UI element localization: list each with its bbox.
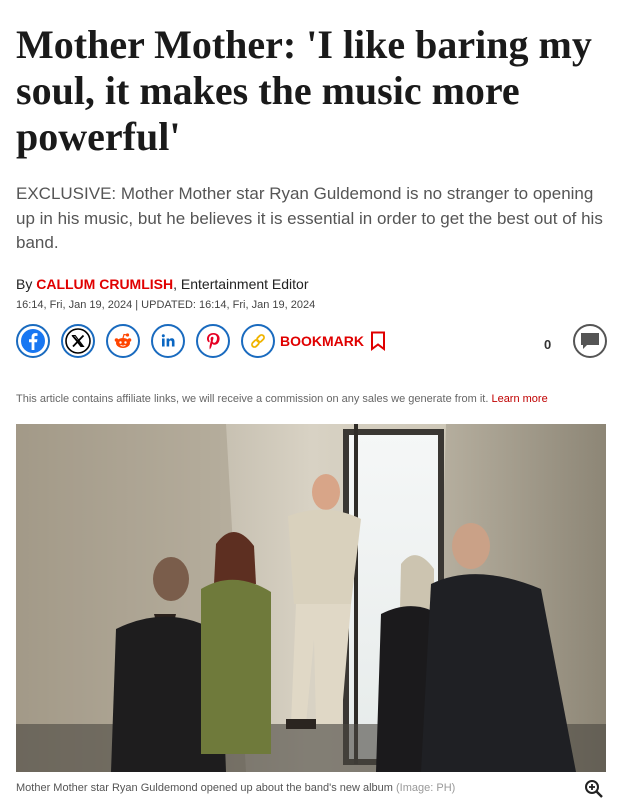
image-credit: (Image: PH) [396,782,456,794]
bookmark-label: BOOKMARK [280,333,364,349]
learn-more-link[interactable]: Learn more [491,393,547,405]
facebook-icon [21,329,45,353]
affiliate-text: This article contains affiliate links, w… [16,393,489,405]
share-bar: BOOKMARK 0 [16,324,607,360]
byline-prefix: By [16,276,33,292]
author-role: , Entertainment Editor [173,276,309,292]
x-twitter-icon [65,328,91,354]
share-pinterest-button[interactable] [196,324,230,358]
share-x-button[interactable] [61,324,95,358]
comment-icon [581,333,599,349]
author-link[interactable]: CALLUM CRUMLISH [36,276,173,292]
link-icon [246,329,270,353]
zoom-in-icon [585,780,603,798]
comment-count: 0 [544,337,552,352]
article-standfirst: EXCLUSIVE: Mother Mother star Ryan Gulde… [16,184,603,252]
zoom-image-button[interactable] [584,779,604,804]
article-headline: Mother Mother: 'I like baring my soul, i… [16,22,592,159]
share-reddit-button[interactable] [106,324,140,358]
byline: By CALLUM CRUMLISH, Entertainment Editor [16,276,309,292]
share-linkedin-button[interactable] [151,324,185,358]
band-photo [16,424,606,772]
image-caption: Mother Mother star Ryan Guldemond opened… [16,782,455,794]
share-facebook-button[interactable] [16,324,50,358]
reddit-icon [111,329,135,353]
comments-button[interactable] [573,324,607,358]
bookmark-button[interactable]: BOOKMARK [280,329,386,353]
affiliate-notice: This article contains affiliate links, w… [16,393,548,405]
bookmark-icon [371,331,385,351]
share-copy-link-button[interactable] [241,324,275,358]
linkedin-icon [156,329,180,353]
caption-text: Mother Mother star Ryan Guldemond opened… [16,782,393,794]
dateline: 16:14, Fri, Jan 19, 2024 | UPDATED: 16:1… [16,299,316,311]
pinterest-icon [201,329,225,353]
hero-image [16,424,606,772]
